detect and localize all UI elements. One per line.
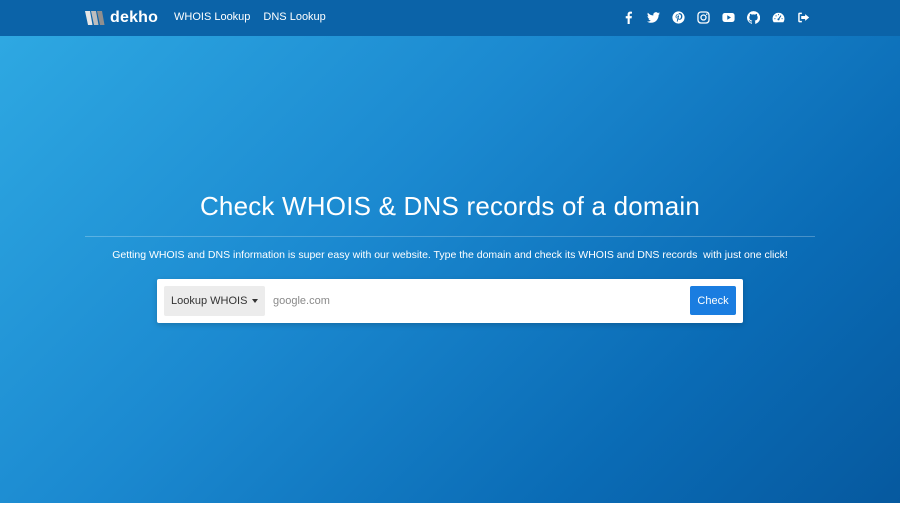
brand-logo-link[interactable]: dekho (85, 8, 158, 28)
social-links (621, 10, 811, 25)
instagram-icon[interactable] (696, 10, 711, 25)
domain-input[interactable] (273, 286, 683, 316)
hero-description: Getting WHOIS and DNS information is sup… (112, 249, 788, 261)
main-nav: WHOIS Lookup DNS Lookup (174, 11, 326, 23)
hero-divider (85, 236, 815, 237)
youtube-icon[interactable] (721, 10, 736, 25)
nav-link-whois-lookup[interactable]: WHOIS Lookup (174, 11, 250, 23)
twitter-icon[interactable] (646, 10, 661, 25)
lookup-type-label: Lookup WHOIS (171, 295, 248, 307)
pinterest-icon[interactable] (671, 10, 686, 25)
hero-title: Check WHOIS & DNS records of a domain (199, 191, 701, 221)
lookup-type-dropdown[interactable]: Lookup WHOIS (164, 286, 265, 316)
brand-name: dekho (110, 9, 159, 26)
dekho-logo-icon (85, 11, 105, 25)
github-icon[interactable] (746, 10, 761, 25)
facebook-icon[interactable] (621, 10, 636, 25)
hero-section: Check WHOIS & DNS records of a domain Ge… (0, 36, 900, 503)
dashboard-icon[interactable] (771, 10, 786, 25)
nav-link-dns-lookup[interactable]: DNS Lookup (263, 11, 325, 23)
caret-down-icon (252, 299, 258, 303)
top-navbar: dekho WHOIS Lookup DNS Lookup (0, 0, 900, 36)
check-button[interactable]: Check (690, 286, 736, 315)
sign-out-icon[interactable] (796, 10, 811, 25)
lookup-search-form: Lookup WHOIS Check (157, 279, 743, 323)
